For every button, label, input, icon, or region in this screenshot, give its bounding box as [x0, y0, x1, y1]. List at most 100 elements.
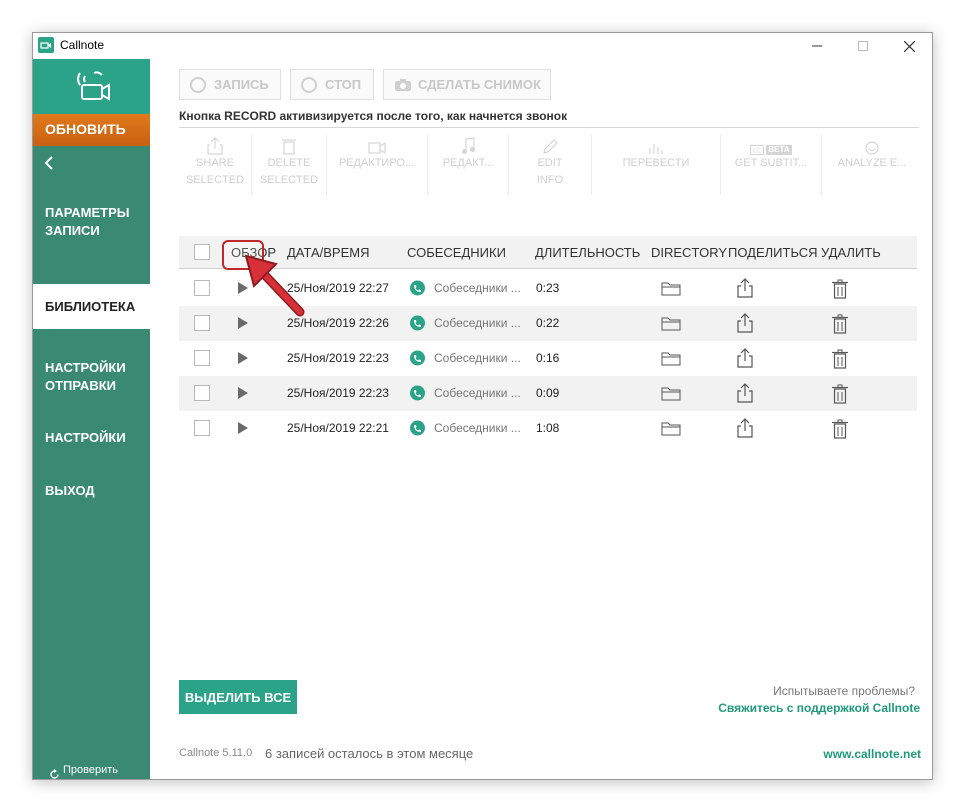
- trash-icon[interactable]: [832, 314, 848, 334]
- folder-icon[interactable]: [661, 281, 681, 296]
- back-button[interactable]: [43, 155, 63, 175]
- share-icon[interactable]: [737, 278, 753, 298]
- chevron-left-icon: [44, 156, 53, 170]
- pencil-icon: [543, 139, 558, 154]
- video-call-icon: [76, 70, 110, 101]
- trash-icon[interactable]: [832, 419, 848, 439]
- folder-icon[interactable]: [661, 351, 681, 366]
- table-row: 25/Ноя/2019 22:23 Собеседники ... 0:09: [179, 376, 917, 411]
- trash-icon[interactable]: [832, 279, 848, 299]
- nav-exit[interactable]: ВЫХОД: [33, 482, 150, 500]
- maximize-icon: [858, 41, 868, 51]
- nav-recording-params[interactable]: ПАРАМЕТРЫ ЗАПИСИ: [33, 204, 150, 244]
- edit-video-label: РЕДАКТИРО...: [338, 157, 415, 169]
- remaining-records-label: 6 записей осталось в этом месяце: [265, 746, 474, 761]
- translate-button[interactable]: ПЕРЕВЕСТИ: [592, 135, 720, 197]
- get-subtitles-label: GET SUBTIT...: [734, 157, 808, 169]
- folder-icon[interactable]: [661, 386, 681, 401]
- share-icon[interactable]: [737, 383, 753, 403]
- edit-info-button[interactable]: EDIT INFO: [509, 135, 591, 197]
- record-label: ЗАПИСЬ: [214, 77, 269, 92]
- title-bar: Callnote: [33, 33, 932, 59]
- edit-video-button[interactable]: РЕДАКТИРО...: [327, 135, 426, 197]
- trash-icon[interactable]: [832, 384, 848, 404]
- analyze-emotions-button[interactable]: ANALYZE E...: [822, 135, 922, 197]
- beta-badge: BETA: [766, 145, 792, 155]
- table-row: 25/Ноя/2019 22:21 Собеседники ... 1:08: [179, 411, 917, 446]
- trash-icon[interactable]: [832, 349, 848, 369]
- viber-icon: [410, 385, 425, 401]
- contact-support-link[interactable]: Свяжитесь с поддержкой Callnote: [718, 701, 920, 715]
- row-participants: Собеседники ...: [434, 281, 521, 295]
- music-note-icon: [462, 137, 475, 154]
- edit-info-label1: EDIT: [537, 157, 563, 169]
- share-selected-label2: SELECTED: [185, 174, 245, 186]
- row-participants: Собеседники ...: [434, 351, 521, 365]
- folder-icon[interactable]: [661, 316, 681, 331]
- row-participants: Собеседники ...: [434, 386, 521, 400]
- row-participants: Собеседники ...: [434, 316, 521, 330]
- nav-library[interactable]: БИБЛИОТЕКА: [33, 284, 150, 329]
- close-icon: [903, 40, 915, 52]
- row-datetime: 25/Ноя/2019 22:23: [287, 386, 389, 400]
- row-checkbox[interactable]: [194, 385, 210, 401]
- stop-label: СТОП: [325, 77, 362, 92]
- column-header-participants: СОБЕСЕДНИКИ: [407, 245, 506, 260]
- edit-audio-button[interactable]: РЕДАКТ...: [428, 135, 508, 197]
- share-selected-button[interactable]: SHARE SELECTED: [179, 135, 251, 197]
- nav-share-settings[interactable]: НАСТРОЙКИ ОТПРАВКИ: [33, 359, 150, 399]
- folder-icon[interactable]: [661, 421, 681, 436]
- play-icon[interactable]: [238, 352, 248, 364]
- row-checkbox[interactable]: [194, 350, 210, 366]
- column-header-directory: DIRECTORY: [651, 245, 728, 260]
- subtitles-icon: CC: [750, 145, 765, 155]
- snapshot-button[interactable]: СДЕЛАТЬ СНИМОК: [383, 69, 551, 100]
- viber-icon: [410, 420, 425, 436]
- callnote-app-icon: [38, 37, 54, 53]
- play-icon[interactable]: [238, 387, 248, 399]
- select-all-checkbox[interactable]: [194, 244, 210, 260]
- delete-selected-label2: SELECTED: [259, 174, 319, 186]
- record-button[interactable]: ЗАПИСЬ: [179, 69, 281, 100]
- share-icon[interactable]: [737, 313, 753, 333]
- minimize-icon: [812, 45, 822, 47]
- website-link[interactable]: www.callnote.net: [823, 747, 921, 761]
- camera-icon: [395, 78, 411, 91]
- viber-icon: [410, 350, 425, 366]
- update-button[interactable]: ОБНОВИТЬ: [33, 114, 150, 146]
- sidebar: ОБНОВИТЬ ПАРАМЕТРЫ ЗАПИСИ БИБЛИОТЕКА НАС…: [33, 59, 150, 779]
- table-row: 25/Ноя/2019 22:23 Собеседники ... 0:16: [179, 341, 917, 376]
- stop-button[interactable]: СТОП: [290, 69, 374, 100]
- row-checkbox[interactable]: [194, 315, 210, 331]
- trash-icon: [282, 139, 296, 155]
- close-button[interactable]: [886, 33, 932, 59]
- video-icon: [367, 141, 386, 155]
- annotation-arrow-icon: [244, 254, 305, 317]
- library-panel: ЗАПИСЬ СТОП СДЕЛАТЬ СНИМОК Кнопка RECORD…: [150, 59, 932, 779]
- row-duration: 0:16: [536, 351, 560, 365]
- minimize-button[interactable]: [794, 33, 840, 59]
- row-duration: 1:08: [536, 421, 560, 435]
- app-window: Callnote ОБНОВИТЬ ПАРАМЕТРЫ ЗАПИСИ БИБЛИ…: [32, 32, 933, 780]
- maximize-button[interactable]: [840, 33, 886, 59]
- translate-label: ПЕРЕВЕСТИ: [622, 157, 690, 169]
- column-header-share: ПОДЕЛИТЬСЯ: [728, 245, 818, 260]
- row-checkbox[interactable]: [194, 420, 210, 436]
- share-selected-label1: SHARE: [196, 157, 234, 169]
- window-title: Callnote: [60, 38, 105, 52]
- share-icon[interactable]: [737, 418, 753, 438]
- svg-text:CC: CC: [753, 148, 761, 155]
- delete-selected-button[interactable]: DELETE SELECTED: [252, 135, 326, 197]
- edit-audio-label: РЕДАКТ...: [442, 157, 494, 169]
- share-icon[interactable]: [737, 348, 753, 368]
- column-header-delete: УДАЛИТЬ: [821, 245, 881, 260]
- play-icon[interactable]: [238, 422, 248, 434]
- get-subtitles-button[interactable]: CC BETA GET SUBTIT...: [721, 135, 821, 197]
- row-checkbox[interactable]: [194, 280, 210, 296]
- row-datetime: 25/Ноя/2019 22:21: [287, 421, 389, 435]
- callnote-logo: [33, 59, 150, 114]
- refresh-icon: [50, 769, 59, 779]
- select-all-button[interactable]: ВЫДЕЛИТЬ ВСЕ: [179, 680, 297, 714]
- snapshot-label: СДЕЛАТЬ СНИМОК: [418, 77, 541, 92]
- nav-settings[interactable]: НАСТРОЙКИ: [33, 429, 150, 447]
